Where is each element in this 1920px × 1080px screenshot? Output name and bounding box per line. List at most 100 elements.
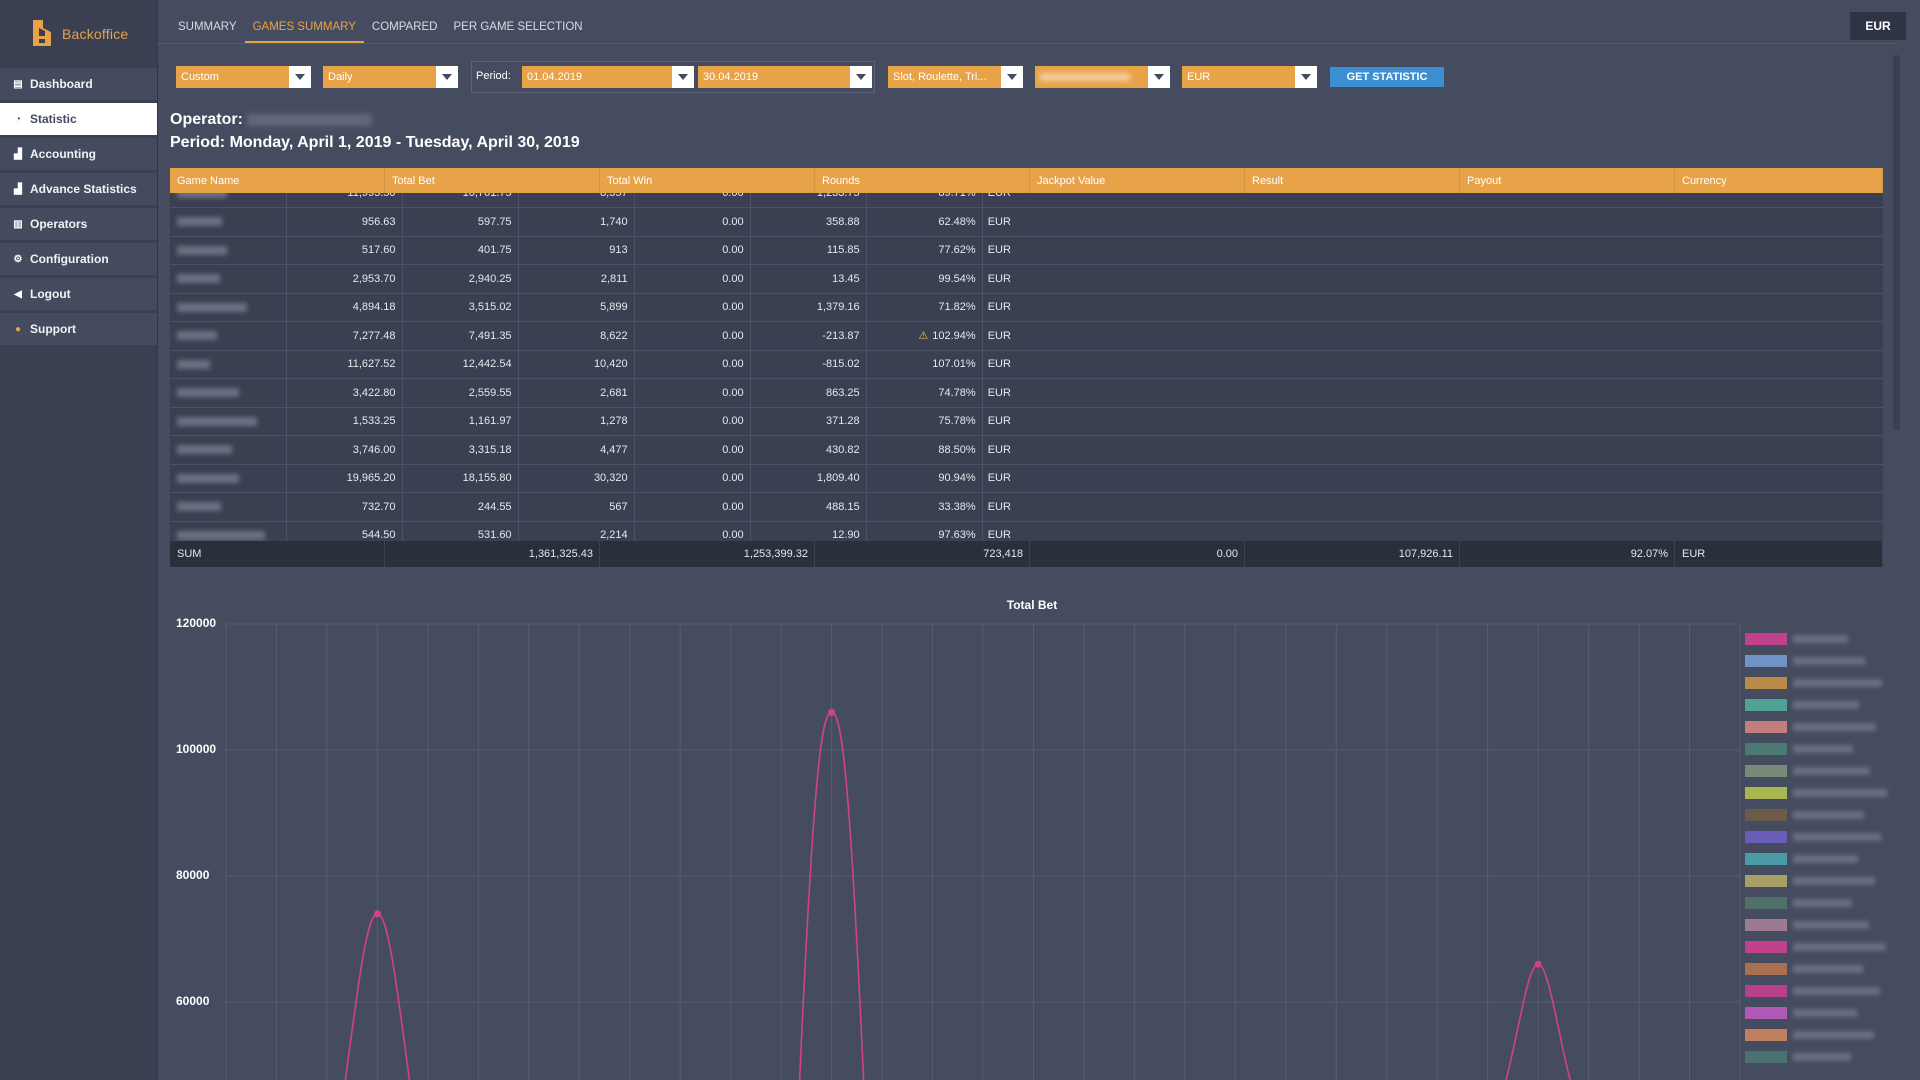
range-select[interactable]: Custom: [176, 66, 311, 88]
legend-item[interactable]: [1745, 765, 1870, 777]
cell-value: EUR: [987, 472, 1011, 484]
operator-select[interactable]: [1035, 66, 1170, 88]
gear-icon: ⚙: [13, 253, 23, 265]
legend-item[interactable]: [1745, 919, 1869, 931]
sidebar-item-logout[interactable]: ◀ Logout: [0, 278, 157, 311]
tab-games-summary[interactable]: GAMES SUMMARY: [244, 0, 364, 44]
cell-value: 0.00: [722, 529, 744, 541]
cell-value: 0.00: [722, 301, 744, 313]
tab-per-game-selection[interactable]: PER GAME SELECTION: [446, 0, 591, 44]
chevron-down-icon[interactable]: [1295, 66, 1317, 88]
cell-value: 401.75: [477, 244, 512, 256]
table-cell: 8,357: [519, 193, 635, 207]
legend-item[interactable]: [1745, 963, 1863, 975]
cell-value: EUR: [987, 193, 1011, 199]
table-cell: 1,278: [519, 407, 635, 435]
sidebar-item-support[interactable]: ● Support: [0, 313, 157, 346]
table-row[interactable]: 11,995.50 10,761.75 8,357 0.00 1,233.75 89.71…: [170, 193, 1883, 208]
granularity-select[interactable]: Daily: [323, 66, 458, 88]
scrollbar[interactable]: [1893, 55, 1900, 430]
table-cell: 10,420: [519, 350, 635, 378]
legend-label-redacted: [1793, 965, 1863, 973]
legend-item[interactable]: [1745, 853, 1858, 865]
legend-item[interactable]: [1745, 875, 1875, 887]
sidebar-item-accounting[interactable]: ▟ Accounting: [0, 138, 157, 171]
column-header[interactable]: Result: [1245, 168, 1460, 193]
sidebar-item-operators[interactable]: ▥ Operators: [0, 208, 157, 241]
cell-value: 2,811: [600, 272, 628, 285]
column-header[interactable]: Total Bet: [385, 168, 600, 193]
tab-compared[interactable]: COMPARED: [364, 0, 446, 44]
logo[interactable]: Backoffice: [30, 14, 128, 54]
legend-item[interactable]: [1745, 655, 1865, 667]
table-row[interactable]: 1,533.25 1,161.97 1,278 0.00 371.28 75.78% EUR: [170, 407, 1883, 436]
legend-item[interactable]: [1745, 633, 1848, 645]
cell-value: 0.00: [722, 329, 744, 342]
legend-item[interactable]: [1745, 721, 1876, 733]
table-row[interactable]: 7,277.48 7,491.35 8,622 0.00 -213.87 ⚠ 102.94%…: [170, 321, 1883, 351]
legend-item[interactable]: [1745, 1051, 1851, 1063]
table-row[interactable]: 3,422.80 2,559.55 2,681 0.00 863.25 74.78% EUR: [170, 378, 1883, 408]
sidebar-item-statistic[interactable]: ◔ Statistic: [0, 103, 157, 136]
column-header[interactable]: Payout: [1460, 168, 1675, 193]
legend-item[interactable]: [1745, 699, 1859, 711]
legend-item[interactable]: [1745, 831, 1881, 843]
currency-select[interactable]: EUR: [1182, 66, 1317, 88]
legend-item[interactable]: [1745, 677, 1882, 689]
sidebar-item-dashboard[interactable]: ▤ Dashboard: [0, 68, 157, 101]
chevron-down-icon[interactable]: [436, 66, 458, 88]
cell-value: 99.54%: [938, 272, 976, 285]
chevron-down-icon[interactable]: [850, 66, 872, 88]
table-row[interactable]: 732.70 244.55 567 0.00 488.15 33.38% EUR: [170, 492, 1883, 522]
column-header[interactable]: Rounds: [815, 168, 1030, 193]
get-statistic-button[interactable]: GET STATISTIC: [1330, 67, 1444, 87]
legend-item[interactable]: [1745, 897, 1852, 909]
currency-select-value: EUR: [1187, 71, 1211, 83]
column-header[interactable]: Currency: [1675, 168, 1883, 193]
date-from-select[interactable]: 01.04.2019: [522, 66, 694, 88]
legend-label-redacted: [1793, 745, 1853, 753]
legend-item[interactable]: [1745, 809, 1864, 821]
table-cell: 74.78%: [867, 378, 983, 407]
column-header[interactable]: Total Win: [600, 168, 815, 193]
table-row[interactable]: 956.63 597.75 1,740 0.00 358.88 62.48% EUR: [170, 207, 1883, 237]
cell-value: 597.75: [477, 215, 512, 228]
table-body[interactable]: 11,995.50 10,761.75 8,357 0.00 1,233.75 89.71…: [170, 193, 1883, 566]
table-row[interactable]: 3,746.00 3,315.18 4,477 0.00 430.82 88.50% EUR: [170, 435, 1883, 465]
table-cell: 1,809.40: [751, 464, 867, 492]
game-type-select[interactable]: Slot, Roulette, Tri...: [888, 66, 1023, 88]
chevron-down-icon[interactable]: [1001, 66, 1023, 88]
table-row[interactable]: 11,627.52 12,442.54 10,420 0.00 -815.02 107.0…: [170, 350, 1883, 379]
tab-summary[interactable]: SUMMARY: [170, 0, 245, 44]
column-header[interactable]: Game Name: [170, 168, 385, 193]
table-cell: 88.50%: [867, 435, 983, 464]
legend-item[interactable]: [1745, 787, 1887, 799]
top-nav: SUMMARY GAMES SUMMARY COMPARED PER GAME …: [170, 0, 591, 44]
table-cell: 89.71%: [867, 193, 983, 207]
sum-label: SUM: [170, 541, 385, 567]
date-to-select[interactable]: 30.04.2019: [698, 66, 872, 88]
currency-button[interactable]: EUR: [1850, 12, 1906, 40]
table-row[interactable]: 517.60 401.75 913 0.00 115.85 77.62% EUR: [170, 236, 1883, 265]
table-cell: 488.15: [751, 492, 867, 521]
table-row[interactable]: 4,894.18 3,515.02 5,899 0.00 1,379.16 71.82% E…: [170, 293, 1883, 322]
legend-item[interactable]: [1745, 941, 1886, 953]
chevron-down-icon[interactable]: [672, 66, 694, 88]
legend-item[interactable]: [1745, 1029, 1874, 1041]
chevron-down-icon[interactable]: [1148, 66, 1170, 88]
legend-item[interactable]: [1745, 743, 1853, 755]
sum-cell: 723,418: [815, 541, 1030, 567]
sidebar-item-configuration[interactable]: ⚙ Configuration: [0, 243, 157, 276]
table-cell: 4,477: [519, 435, 635, 464]
legend-item[interactable]: [1745, 985, 1880, 997]
sidebar-item-advance-statistics[interactable]: ▟ Advance Statistics: [0, 173, 157, 206]
column-header[interactable]: Jackpot Value: [1030, 168, 1245, 193]
cell-value: EUR: [987, 443, 1011, 456]
legend-item[interactable]: [1745, 1007, 1857, 1019]
chevron-down-icon[interactable]: [289, 66, 311, 88]
table-row[interactable]: 19,965.20 18,155.80 30,320 0.00 1,809.40 90.9…: [170, 464, 1883, 493]
table-row[interactable]: 2,953.70 2,940.25 2,811 0.00 13.45 99.54% EUR: [170, 264, 1883, 294]
cell-value: 115.85: [826, 244, 860, 256]
cell-value: 30,320: [593, 472, 628, 484]
legend-label-redacted: [1793, 877, 1875, 885]
